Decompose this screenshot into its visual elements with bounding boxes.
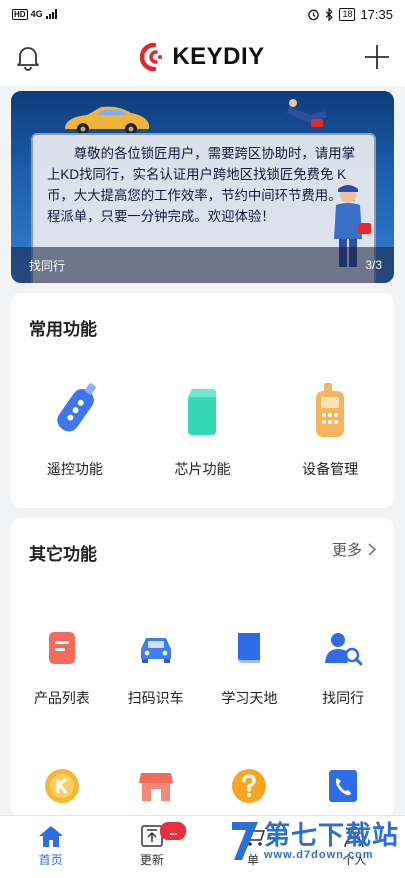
alarm-icon [308, 9, 320, 20]
other-functions-title: 其它功能 [29, 545, 97, 564]
chip-function-label: 芯片功能 [174, 461, 231, 477]
scan-car-label: 扫码识车 [127, 690, 184, 706]
promo-banner[interactable]: 尊敬的各位锁匠用户，需要跨区协助时，请用掌上KD找同行，实名认证用户跨地区找锁匠… [11, 91, 394, 283]
update-badge: ... [159, 822, 186, 840]
hd-indicator: HD [12, 8, 28, 20]
keydiy-logo-icon [140, 42, 163, 72]
store-icon [138, 773, 173, 801]
bluetooth-icon [326, 7, 334, 21]
common-functions-title: 常用功能 [29, 320, 97, 339]
bell-icon[interactable] [14, 43, 42, 71]
remote-function-label: 遥控功能 [46, 461, 103, 477]
learning-item[interactable]: 学习天地 [207, 628, 292, 708]
product-list-icon [48, 632, 75, 664]
help-icon [232, 769, 267, 803]
banner-pager: 3/3 [365, 258, 382, 272]
tab-home[interactable]: 首页 [11, 816, 91, 878]
clock: 17:35 [360, 6, 393, 22]
signal-icon [45, 9, 57, 19]
add-icon[interactable] [363, 43, 391, 71]
common-functions-grid: 遥控功能 芯片功能 设备管理 [11, 381, 394, 479]
car-illustration [65, 106, 149, 135]
find-peer-item[interactable]: 找同行 [301, 628, 386, 708]
book-icon [238, 633, 261, 663]
device-icon [316, 383, 345, 437]
scan-car-icon [140, 638, 171, 663]
phone-item[interactable] [301, 766, 386, 806]
banner-caption-bar: 找同行 3/3 [11, 247, 394, 283]
watermark-url: www.d7down.com [263, 849, 374, 861]
tab-home-label: 首页 [38, 853, 63, 867]
status-bar: HD 4G 18 17:35 [0, 0, 405, 28]
chevron-right-icon [368, 543, 376, 556]
phone-icon [329, 770, 358, 802]
scan-car-item[interactable]: 扫码识车 [113, 628, 198, 708]
other-functions-row2 [11, 766, 394, 806]
store-item[interactable] [113, 766, 198, 806]
status-left: HD 4G [12, 8, 57, 20]
tab-update[interactable]: ... 更新 [112, 816, 192, 878]
chip-icon [188, 389, 217, 435]
other-functions-grid: 产品列表 扫码识车 学习天地 找同行 [11, 628, 394, 708]
k-coin-icon [44, 769, 79, 803]
chip-function-item[interactable]: 芯片功能 [157, 381, 247, 479]
tab-update-label: 更新 [139, 853, 164, 867]
more-link[interactable]: 更多 [332, 539, 376, 560]
battery-icon: 18 [339, 7, 356, 21]
find-peer-label: 找同行 [322, 690, 365, 706]
brand-name: KEYDIY [172, 43, 265, 70]
notice-text: 尊敬的各位锁匠用户，需要跨区协助时，请用掌上KD找同行，实名认证用户跨地区找锁匠… [47, 146, 355, 224]
product-list-item[interactable]: 产品列表 [19, 628, 104, 708]
remote-function-item[interactable]: 遥控功能 [30, 381, 120, 479]
brand-logo: KEYDIY [140, 42, 264, 72]
watermark-text: 第七下载站 [263, 820, 399, 850]
help-item[interactable] [207, 766, 292, 806]
status-right: 18 17:35 [307, 7, 393, 22]
find-peer-icon [325, 633, 363, 666]
watermark: 第七下载站 www.d7down.com [228, 818, 399, 864]
banner-caption: 找同行 [29, 258, 66, 273]
other-functions-card: 其它功能 更多 产品列表 扫码识车 学习天地 找同行 [11, 518, 394, 818]
learning-label: 学习天地 [221, 690, 278, 706]
common-functions-card: 常用功能 遥控功能 芯片功能 设备管理 [11, 293, 394, 508]
device-management-label: 设备管理 [302, 461, 359, 477]
device-management-item[interactable]: 设备管理 [285, 381, 375, 479]
mechanic-illustration [287, 99, 327, 127]
more-label: 更多 [331, 542, 362, 559]
home-icon [38, 826, 63, 847]
app-header: KEYDIY [0, 28, 405, 86]
watermark-text-block: 第七下载站 www.d7down.com [264, 821, 399, 861]
k-coin-item[interactable] [19, 766, 104, 806]
watermark-logo-icon [231, 822, 258, 860]
remote-key-icon [57, 383, 96, 432]
product-list-label: 产品列表 [33, 690, 90, 706]
network-type: 4G [30, 9, 43, 19]
